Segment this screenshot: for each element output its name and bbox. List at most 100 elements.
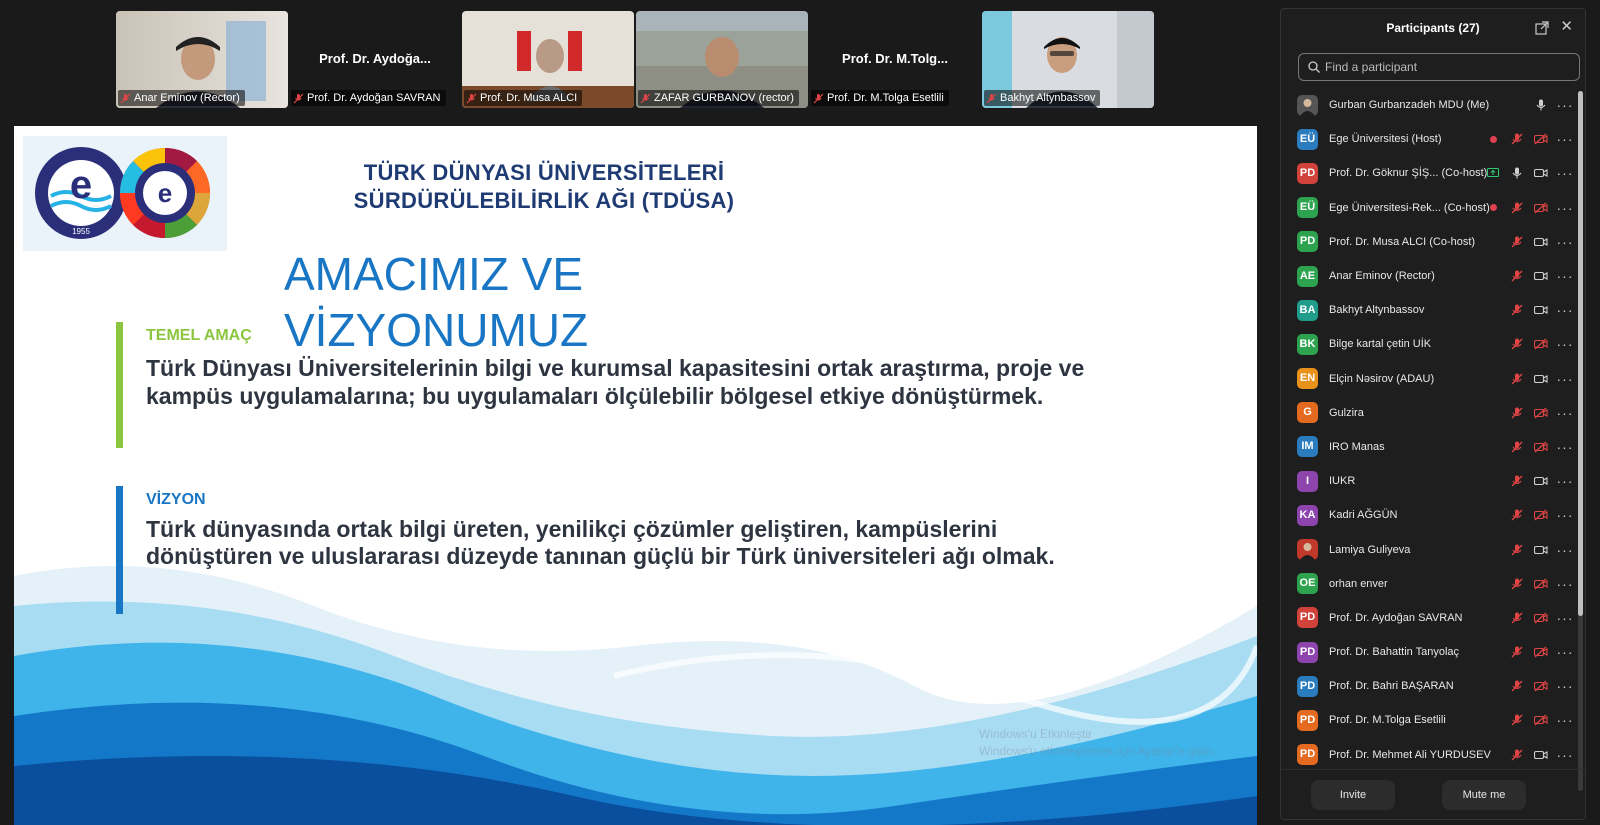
participant-row[interactable]: AE Anar Eminov (Rector) ···: [1281, 259, 1577, 293]
participant-row[interactable]: IM IRO Manas ···: [1281, 430, 1577, 464]
mic-icon[interactable]: [1529, 97, 1553, 113]
video-icon[interactable]: [1529, 268, 1553, 284]
more-options-icon[interactable]: ···: [1553, 644, 1577, 660]
more-options-icon[interactable]: ···: [1553, 165, 1577, 181]
participant-row[interactable]: BA Bakhyt Altynbassov ···: [1281, 293, 1577, 327]
mic-muted-icon[interactable]: [1505, 507, 1529, 523]
more-options-icon[interactable]: ···: [1553, 302, 1577, 318]
more-options-icon[interactable]: ···: [1553, 131, 1577, 147]
video-off-icon[interactable]: [1529, 712, 1553, 728]
participant-row[interactable]: PD Prof. Dr. Mehmet Ali YURDUSEV ···: [1281, 738, 1577, 772]
video-off-icon[interactable]: [1529, 507, 1553, 523]
participant-row[interactable]: PD Prof. Dr. Aydoğan SAVRAN ···: [1281, 601, 1577, 635]
video-off-icon[interactable]: [1529, 576, 1553, 592]
participant-search[interactable]: [1298, 53, 1580, 81]
video-off-icon[interactable]: [1529, 200, 1553, 216]
avatar: BA: [1297, 299, 1318, 321]
more-options-icon[interactable]: ···: [1553, 712, 1577, 728]
video-icon[interactable]: [1529, 542, 1553, 558]
more-options-icon[interactable]: ···: [1553, 678, 1577, 694]
more-options-icon[interactable]: ···: [1553, 97, 1577, 113]
video-icon[interactable]: [1529, 302, 1553, 318]
participant-row[interactable]: PD Prof. Dr. Göknur ŞİŞ... (Co-host) ···: [1281, 156, 1577, 190]
video-icon[interactable]: [1529, 371, 1553, 387]
mic-muted-icon[interactable]: [1505, 644, 1529, 660]
mic-muted-icon[interactable]: [1505, 200, 1529, 216]
video-off-icon[interactable]: [1529, 131, 1553, 147]
video-off-icon[interactable]: [1529, 678, 1553, 694]
participant-row[interactable]: BK Bilge kartal çetin UİK ···: [1281, 327, 1577, 361]
participant-row[interactable]: EÜ Ege Üniversitesi-Rek... (Co-host) ···: [1281, 191, 1577, 225]
participant-row[interactable]: PD Prof. Dr. M.Tolga Esetlili ···: [1281, 703, 1577, 737]
video-off-icon[interactable]: [1529, 644, 1553, 660]
video-icon[interactable]: [1529, 473, 1553, 489]
more-options-icon[interactable]: ···: [1553, 336, 1577, 352]
mic-muted-icon[interactable]: [1505, 610, 1529, 626]
video-off-icon[interactable]: [1529, 439, 1553, 455]
mic-muted-icon[interactable]: [1505, 268, 1529, 284]
search-input[interactable]: [1325, 57, 1575, 77]
participant-name: ZAFAR GURBANOV (rector): [654, 92, 794, 104]
participant-row[interactable]: EN Elçin Nəsirov (ADAU) ···: [1281, 362, 1577, 396]
scrollbar-thumb[interactable]: [1578, 91, 1583, 616]
mic-muted-icon[interactable]: [1505, 336, 1529, 352]
participant-status: ···: [1505, 507, 1577, 523]
more-options-icon[interactable]: ···: [1553, 542, 1577, 558]
participant-row[interactable]: EÜ Ege Üniversitesi (Host) ···: [1281, 122, 1577, 156]
more-options-icon[interactable]: ···: [1553, 234, 1577, 250]
close-icon[interactable]: ✕: [1560, 19, 1573, 35]
more-options-icon[interactable]: ···: [1553, 439, 1577, 455]
video-tile[interactable]: ZAFAR GURBANOV (rector): [636, 11, 808, 108]
mic-muted-icon[interactable]: [1505, 576, 1529, 592]
mic-muted-icon[interactable]: [1505, 302, 1529, 318]
participant-row[interactable]: PD Prof. Dr. Musa ALCI (Co-host) ···: [1281, 225, 1577, 259]
participant-row[interactable]: G Gulzira ···: [1281, 396, 1577, 430]
video-off-icon[interactable]: [1529, 336, 1553, 352]
more-options-icon[interactable]: ···: [1553, 371, 1577, 387]
mic-muted-icon[interactable]: [1505, 234, 1529, 250]
video-icon[interactable]: [1529, 165, 1553, 181]
more-options-icon[interactable]: ···: [1553, 576, 1577, 592]
participant-row[interactable]: OE orhan enver ···: [1281, 567, 1577, 601]
mic-muted-icon[interactable]: [1505, 747, 1529, 763]
video-tile[interactable]: Bakhyt Altynbassov: [982, 11, 1154, 108]
mic-muted-icon[interactable]: [1505, 473, 1529, 489]
mic-muted-icon[interactable]: [1505, 131, 1529, 147]
participant-row[interactable]: KA Kadri AĞGÜN ···: [1281, 498, 1577, 532]
video-off-icon[interactable]: [1529, 405, 1553, 421]
mic-muted-icon[interactable]: [1505, 405, 1529, 421]
more-options-icon[interactable]: ···: [1553, 507, 1577, 523]
video-icon[interactable]: [1529, 747, 1553, 763]
participant-row[interactable]: Lamiya Guliyeva ···: [1281, 532, 1577, 566]
video-off-icon[interactable]: [1529, 610, 1553, 626]
participant-row[interactable]: PD Prof. Dr. Bahattin Tanyolaç ···: [1281, 635, 1577, 669]
more-options-icon[interactable]: ···: [1553, 405, 1577, 421]
mic-muted-icon[interactable]: [1505, 542, 1529, 558]
mute-me-button[interactable]: Mute me: [1442, 780, 1526, 810]
mic-muted-icon[interactable]: [1505, 712, 1529, 728]
avatar: KA: [1297, 504, 1318, 526]
mic-muted-icon[interactable]: [1505, 371, 1529, 387]
participant-row[interactable]: Gurban Gurbanzadeh MDU (Me) ···: [1281, 88, 1577, 122]
video-tile[interactable]: Prof. Dr. Musa ALCI: [462, 11, 634, 108]
more-options-icon[interactable]: ···: [1553, 747, 1577, 763]
mic-icon[interactable]: [1505, 165, 1529, 181]
participant-row[interactable]: PD Prof. Dr. Bahri BAŞARAN ···: [1281, 669, 1577, 703]
more-options-icon[interactable]: ···: [1553, 473, 1577, 489]
invite-button[interactable]: Invite: [1311, 780, 1395, 810]
video-tile[interactable]: Prof. Dr. M.Tolg... Prof. Dr. M.Tolga Es…: [809, 11, 981, 108]
more-options-icon[interactable]: ···: [1553, 610, 1577, 626]
mic-muted-icon[interactable]: [1505, 439, 1529, 455]
participant-row[interactable]: I IUKR ···: [1281, 464, 1577, 498]
video-tile[interactable]: Prof. Dr. Aydoğa... Prof. Dr. Aydoğan SA…: [289, 11, 461, 108]
video-tile[interactable]: Anar Eminov (Rector): [116, 11, 288, 108]
more-options-icon[interactable]: ···: [1553, 200, 1577, 216]
more-options-icon[interactable]: ···: [1553, 268, 1577, 284]
video-icon[interactable]: [1529, 234, 1553, 250]
participant-name: Kadri AĞGÜN: [1329, 509, 1398, 522]
mic-muted-icon[interactable]: [1505, 678, 1529, 694]
popout-icon[interactable]: [1535, 21, 1549, 35]
participant-name: Prof. Dr. Aydoğan SAVRAN: [307, 92, 441, 104]
participant-status: ···: [1505, 610, 1577, 626]
zoom-meeting-window: Anar Eminov (Rector) Prof. Dr. Aydoğa...…: [0, 0, 1600, 825]
